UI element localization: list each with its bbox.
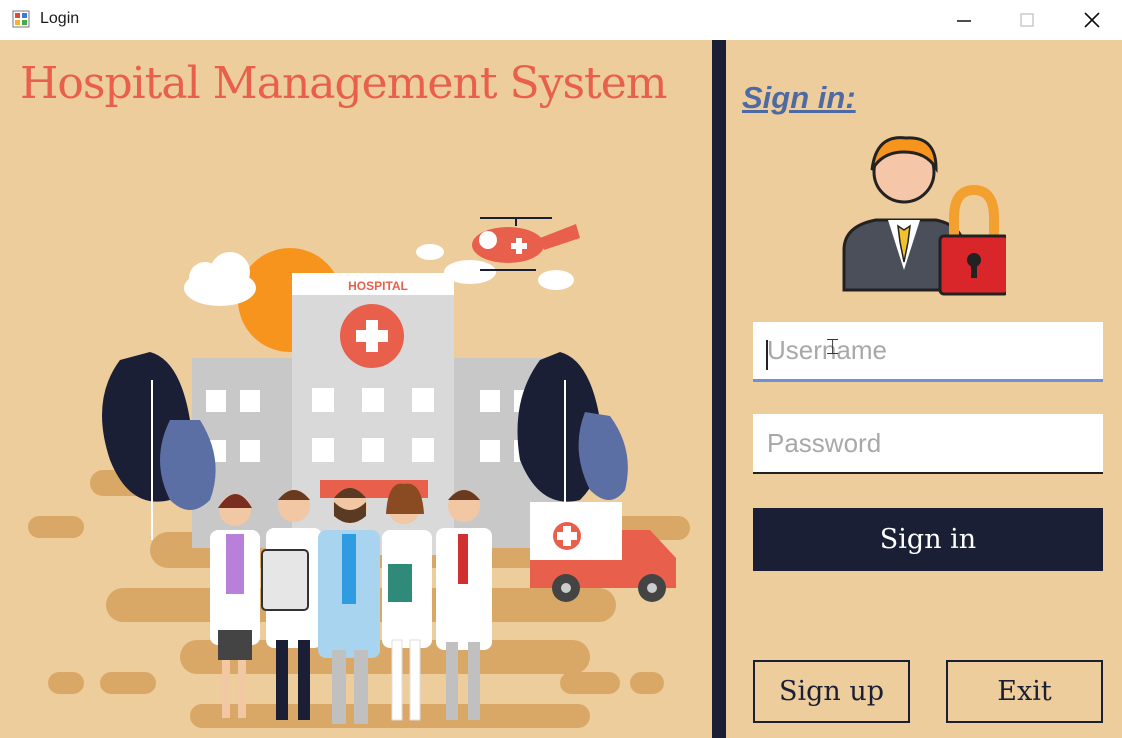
signin-button[interactable]: Sign in (753, 508, 1103, 571)
hospital-building-icon: HOSPITAL (292, 273, 454, 555)
minimize-button[interactable] (936, 0, 992, 40)
username-input[interactable] (753, 322, 1103, 379)
close-icon (1084, 12, 1100, 28)
close-button[interactable] (1064, 0, 1120, 40)
password-field[interactable] (753, 414, 1103, 474)
hospital-illustration: HOSPITAL (28, 217, 690, 728)
username-field[interactable] (753, 322, 1103, 382)
panel-divider (712, 40, 726, 738)
app-icon (12, 10, 30, 28)
helicopter-icon (472, 217, 580, 271)
app-title: Hospital Management System (20, 58, 668, 109)
ibeam-cursor-icon: ⌶ (826, 335, 840, 360)
user-lock-icon (842, 136, 1006, 296)
left-panel: Hospital Management System HOSPITAL (0, 40, 712, 738)
window-title: Login (40, 10, 80, 27)
password-input[interactable] (753, 414, 1103, 472)
signup-button[interactable]: Sign up (753, 660, 910, 723)
title-bar: Login (0, 0, 1122, 40)
text-caret (766, 340, 768, 370)
exit-button[interactable]: Exit (946, 660, 1103, 723)
signin-heading: Sign in: (742, 80, 856, 115)
maximize-button[interactable] (999, 0, 1055, 40)
minimize-icon (957, 20, 971, 22)
signin-panel: Sign in: ⌶ Sign in Sign up Exit (726, 40, 1122, 738)
maximize-icon (1020, 13, 1034, 27)
building-sign: HOSPITAL (348, 279, 408, 293)
